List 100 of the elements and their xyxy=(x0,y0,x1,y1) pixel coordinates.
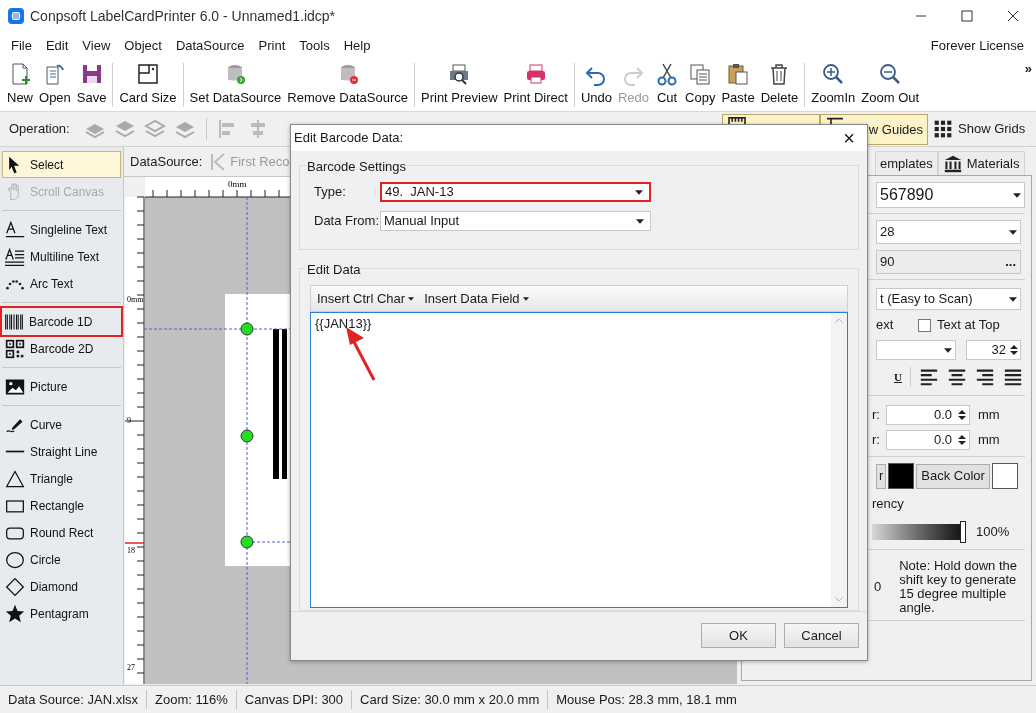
color-button[interactable]: Back Color xyxy=(916,463,990,489)
ruler-label: 27 xyxy=(127,663,135,672)
status-text: Mouse Pos: 28.3 mm, 18.1 mm xyxy=(555,690,738,709)
tool-button[interactable]: Pentagram xyxy=(2,600,121,627)
dialog-button[interactable]: OK xyxy=(701,623,776,649)
insert-menu-button[interactable]: Insert Data Field xyxy=(424,289,529,309)
offset-spinner[interactable]: 0.0 xyxy=(886,430,970,450)
tool-button[interactable]: Singleline Text xyxy=(2,216,121,243)
status-text: Zoom: 116% xyxy=(147,689,237,710)
data-dropdown[interactable]: 567890 xyxy=(876,182,1025,208)
tool-button[interactable]: Triangle xyxy=(2,465,121,492)
scrollbar-drawing[interactable] xyxy=(831,313,847,608)
tool-button[interactable]: Diamond xyxy=(2,573,121,600)
ruler-label: 18 xyxy=(127,546,135,555)
resize-handle[interactable] xyxy=(240,429,254,443)
menu-item[interactable]: File xyxy=(4,35,39,56)
tool-button[interactable]: Select xyxy=(2,151,121,178)
menu-item[interactable]: Tools xyxy=(292,35,337,56)
toolbar-button[interactable]: Card Size xyxy=(116,59,180,111)
close-button[interactable]: × xyxy=(831,128,867,148)
operation-label: Operation: xyxy=(9,120,70,139)
toolbar-button[interactable]: New xyxy=(4,59,36,111)
note-text: Note: Hold down the shift key to generate 15 degree multiple angle. xyxy=(899,558,1018,615)
symbology-dropdown[interactable]: 28 xyxy=(876,220,1021,244)
toolbar-button[interactable]: Save xyxy=(73,59,110,111)
data-from-dropdown[interactable]: Manual Input xyxy=(380,211,651,231)
text-mode-dropdown[interactable]: t (Easy to Scan) xyxy=(876,288,1021,310)
color-swatch[interactable] xyxy=(991,463,1018,489)
font-dropdown[interactable] xyxy=(876,340,956,360)
field-label: Data From: xyxy=(314,212,380,231)
offset-spinner[interactable]: 0.0 xyxy=(886,405,970,425)
caret-icon xyxy=(1009,296,1017,302)
unit-label: mm xyxy=(978,406,1000,425)
toolbar-button[interactable]: Paste xyxy=(718,59,758,111)
tool-button[interactable]: Curve xyxy=(2,411,121,438)
spin-arrows-icon xyxy=(1010,344,1018,356)
tool-button[interactable]: Circle xyxy=(2,546,121,573)
toolbar-button[interactable]: Zoom Out xyxy=(858,59,923,111)
caret-icon xyxy=(522,296,529,301)
menu-item[interactable]: View xyxy=(75,35,118,56)
spin-arrows-icon xyxy=(958,409,966,421)
toolbar-overflow-button[interactable]: » xyxy=(1024,59,1032,79)
tool-button[interactable]: Picture xyxy=(2,373,121,400)
multiline-text-icon xyxy=(5,246,25,267)
tool-button[interactable]: Barcode 2D xyxy=(2,335,121,362)
toolbar-button[interactable]: Remove DataSource xyxy=(284,59,411,111)
dialog-button[interactable]: Cancel xyxy=(784,623,859,649)
resize-handle[interactable] xyxy=(240,535,254,549)
caret-icon xyxy=(944,347,952,353)
data-text-area[interactable]: {{JAN13}} xyxy=(310,312,848,609)
building-columns-icon xyxy=(942,154,963,173)
color-swatch[interactable] xyxy=(888,463,915,489)
paste-icon xyxy=(726,62,750,87)
insert-menu-button[interactable]: Insert Ctrl Char xyxy=(317,289,415,309)
app-logo-icon xyxy=(8,8,24,24)
tool-button[interactable]: Multiline Text xyxy=(2,243,121,270)
spin-arrows-icon xyxy=(958,434,966,446)
caret-icon xyxy=(408,296,415,301)
window-title: Conpsoft LabelCardPrinter 6.0 - Unnamed1.idcp* xyxy=(30,6,336,26)
menu-item[interactable]: Object xyxy=(117,35,169,56)
menu-item[interactable]: Edit xyxy=(38,35,76,56)
toolbar-button[interactable]: Delete xyxy=(757,59,802,111)
tool-button[interactable]: Straight Line xyxy=(2,438,121,465)
tool-button[interactable]: Arc Text xyxy=(2,270,121,297)
align-right-icon[interactable] xyxy=(974,367,995,387)
tool-button[interactable]: Rectangle xyxy=(2,492,121,519)
type-dropdown[interactable]: 49. JAN-13 xyxy=(380,182,651,202)
toolbar-button[interactable]: ZoomIn xyxy=(808,59,859,111)
toolbar-button[interactable]: Set DataSource xyxy=(186,59,285,111)
tool-button[interactable]: Round Rect xyxy=(2,519,121,546)
toolbar-button[interactable]: Print Direct xyxy=(500,59,571,111)
panel-tab[interactable]: Materials xyxy=(937,151,1025,175)
toolbar-button[interactable]: Undo xyxy=(577,59,615,111)
card-size-icon xyxy=(136,62,160,87)
text-at-top-checkbox[interactable]: Text at Top xyxy=(918,315,1000,335)
menu-item[interactable]: Help xyxy=(336,35,378,56)
align-left-icon[interactable] xyxy=(918,367,939,387)
license-label: Forever License xyxy=(930,36,1024,55)
panel-tab[interactable]: emplates xyxy=(875,151,938,175)
status-text: Data Source: JAN.xlsx xyxy=(0,689,148,710)
align-center-icon[interactable] xyxy=(946,367,967,387)
font-size-spinner[interactable]: 32 xyxy=(966,340,1021,360)
grid-icon xyxy=(933,119,953,139)
color-button[interactable]: r xyxy=(876,463,887,489)
menu-item[interactable]: DataSource xyxy=(168,35,252,56)
toolbar-button[interactable]: Print Preview xyxy=(418,59,501,111)
toolbar-button[interactable]: Cut xyxy=(652,59,683,111)
offset-label: r: xyxy=(872,431,881,450)
dialog-title: Edit Barcode Data: xyxy=(294,129,404,148)
toolbar-button[interactable]: Copy xyxy=(682,59,719,111)
ruler-icon xyxy=(727,116,747,125)
menu-item[interactable]: Print xyxy=(251,35,293,56)
justify-icon[interactable] xyxy=(1002,367,1023,387)
resize-handle[interactable] xyxy=(240,322,254,336)
underline-button[interactable]: U xyxy=(894,368,902,386)
tool-button[interactable]: Barcode 1D xyxy=(2,308,121,335)
status-text: Canvas DPI: 300 xyxy=(236,689,353,710)
toolbar-button[interactable]: Open xyxy=(36,59,74,111)
transparency-label: rency xyxy=(872,495,905,513)
transparency-slider[interactable] xyxy=(872,523,964,540)
